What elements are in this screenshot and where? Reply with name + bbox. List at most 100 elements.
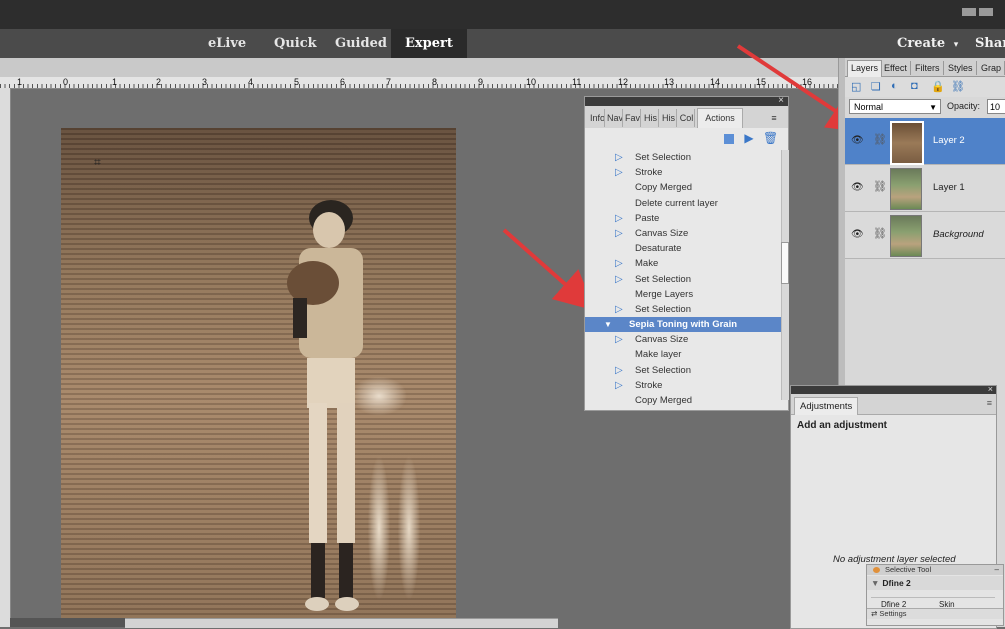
actions-scroll-thumb[interactable]	[781, 242, 789, 284]
tab-favorites[interactable]: Fav	[625, 109, 641, 127]
selective-tool-group[interactable]: ▼ Dfine 2	[867, 576, 1003, 590]
lock-icon[interactable]: 🔒	[931, 80, 945, 93]
action-item[interactable]: ▷ Set Selection	[585, 363, 781, 378]
action-item[interactable]: Merge Layers	[585, 287, 781, 302]
action-label: Set Selection	[635, 152, 691, 163]
layer-thumbnail	[890, 168, 922, 210]
panel-menu-icon[interactable]: ≡	[765, 109, 783, 127]
layer-name: Layer 1	[933, 182, 965, 193]
link-icon[interactable]: ⛓	[951, 80, 965, 93]
selective-tool-titlebar[interactable]: Selective Tool –	[867, 565, 1003, 575]
tab-histogram[interactable]: His	[643, 109, 659, 127]
layers-tabs: Layers Effect Filters Styles Grap	[845, 58, 1005, 77]
action-item[interactable]: ▷ Stroke	[585, 378, 781, 393]
eye-icon[interactable]: 👁	[851, 182, 864, 193]
expand-arrow-icon[interactable]: ▷	[615, 378, 623, 393]
actions-list: ▷ Set Selection ▷ Stroke Copy Merged Delete c…	[585, 150, 781, 410]
new-layer-icon[interactable]: ◱	[851, 80, 861, 93]
expand-arrow-icon[interactable]: ▷	[615, 256, 623, 271]
mask-icon[interactable]: ◘	[911, 80, 918, 92]
layer-row-layer-1[interactable]: 👁 ⛓ Layer 1	[845, 165, 1005, 212]
action-item[interactable]: Copy Merged	[585, 393, 781, 408]
tab-info[interactable]: Info	[590, 109, 605, 127]
action-item[interactable]: ▷ Make	[585, 256, 781, 271]
expand-arrow-icon[interactable]: ▷	[615, 302, 623, 317]
arrow-to-action	[502, 228, 595, 311]
tab-graphics[interactable]: Grap	[978, 61, 1005, 75]
chevron-down-icon: ▼	[871, 578, 880, 588]
layer-row-background[interactable]: 👁 ⛓ Background	[845, 212, 1005, 259]
action-label: Set Selection	[635, 303, 691, 315]
action-label: Make	[635, 258, 659, 270]
action-item[interactable]: Make layer	[585, 347, 781, 362]
link-icon[interactable]: ⛓	[873, 133, 887, 146]
tab-navigator[interactable]: Nav	[607, 109, 623, 127]
layer-name: Background	[933, 229, 984, 240]
action-item[interactable]: ▷ Set Selection	[585, 150, 781, 165]
layers-toolbar: ◱ ❏ ◐ ◘ 🔒 ⛓	[845, 77, 1005, 97]
eye-icon[interactable]: 👁	[851, 229, 864, 240]
blend-mode-select[interactable]: Normal ▼	[849, 99, 941, 114]
action-item[interactable]: ▷ Canvas Size	[585, 226, 781, 241]
action-item[interactable]: Delete current layer	[585, 196, 781, 211]
expand-arrow-icon[interactable]: ▷	[615, 332, 623, 347]
panel-grip[interactable]: ×	[791, 384, 996, 394]
tab-adjustments[interactable]: Adjustments	[794, 397, 859, 415]
action-group[interactable]: ▼ Sepia Toning with Grain	[585, 317, 781, 333]
link-icon[interactable]: ⛓	[873, 227, 887, 240]
tab-color[interactable]: Col	[679, 109, 695, 127]
play-icon[interactable]: ▶	[743, 132, 755, 144]
action-label: Stroke	[635, 379, 663, 391]
action-item[interactable]: ▷ Canvas Size	[585, 332, 781, 347]
action-item[interactable]: ▷ Set Selection	[585, 302, 781, 317]
action-label: Copy Merged	[635, 395, 693, 406]
action-item[interactable]: Copy Merged	[585, 180, 781, 195]
bottom-gutter	[10, 618, 125, 627]
action-item[interactable]: ▷ Stroke	[585, 165, 781, 180]
adjustment-icon[interactable]: ◐	[891, 80, 898, 92]
panel-menu-icon[interactable]: ≡	[987, 398, 992, 408]
selective-tool-footer[interactable]: ⇄ Settings	[867, 608, 1003, 619]
blend-mode-value: Normal	[854, 102, 884, 112]
expand-arrow-icon[interactable]: ▷	[615, 272, 623, 287]
tab-layers[interactable]: Layers	[847, 60, 883, 77]
action-item[interactable]: Desaturate	[585, 241, 781, 256]
app-logo-icon	[873, 567, 880, 573]
action-label: Make layer	[635, 349, 682, 361]
minimize-icon[interactable]: –	[995, 565, 999, 575]
stop-icon[interactable]	[724, 134, 734, 144]
action-item[interactable]: ▷ Paste	[585, 211, 781, 226]
eye-icon[interactable]: 👁	[851, 135, 864, 146]
tab-styles[interactable]: Styles	[945, 61, 977, 75]
expand-arrow-icon[interactable]: ▷	[615, 363, 623, 378]
close-icon[interactable]: ×	[778, 95, 784, 106]
close-icon[interactable]: ×	[988, 384, 993, 394]
action-label: Stroke	[635, 167, 663, 179]
expand-arrow-icon[interactable]: ▷	[615, 150, 623, 165]
adjustments-title: Add an adjustment	[797, 420, 888, 431]
tab-history[interactable]: His	[661, 109, 677, 127]
link-icon[interactable]: ⛓	[873, 180, 887, 193]
expand-arrow-icon[interactable]: ▷	[615, 211, 623, 226]
layer-thumbnail	[890, 121, 924, 165]
actions-toolbar: ▶ 🗑	[585, 128, 788, 150]
tab-effects[interactable]: Effect	[881, 61, 911, 75]
opacity-field[interactable]: 10	[987, 99, 1005, 114]
action-label: Desaturate	[635, 243, 682, 255]
tab-actions[interactable]: Actions	[697, 108, 743, 129]
chevron-down-icon[interactable]: ▼	[604, 317, 612, 332]
trash-icon[interactable]: 🗑	[763, 132, 778, 144]
selective-tool-panel: Selective Tool – ▼ Dfine 2 Dfine 2 Skin ⇄…	[866, 564, 1004, 626]
action-label: Canvas Size	[635, 334, 689, 346]
panel-grip[interactable]: ×	[585, 95, 788, 106]
layer-row-layer-2[interactable]: 👁 ⛓ Layer 2	[845, 118, 1005, 165]
tab-filters[interactable]: Filters	[912, 61, 944, 75]
action-label: Delete current layer	[635, 197, 718, 209]
expand-arrow-icon[interactable]: ▷	[615, 165, 623, 180]
action-label: Merge Layers	[635, 288, 694, 300]
selective-tool-title: Selective Tool	[885, 565, 932, 574]
group-icon[interactable]: ❏	[871, 80, 881, 93]
expand-arrow-icon[interactable]: ▷	[615, 226, 623, 241]
action-item[interactable]: ▷ Set Selection	[585, 272, 781, 287]
adjustments-tabs: Adjustments ≡	[791, 394, 996, 415]
